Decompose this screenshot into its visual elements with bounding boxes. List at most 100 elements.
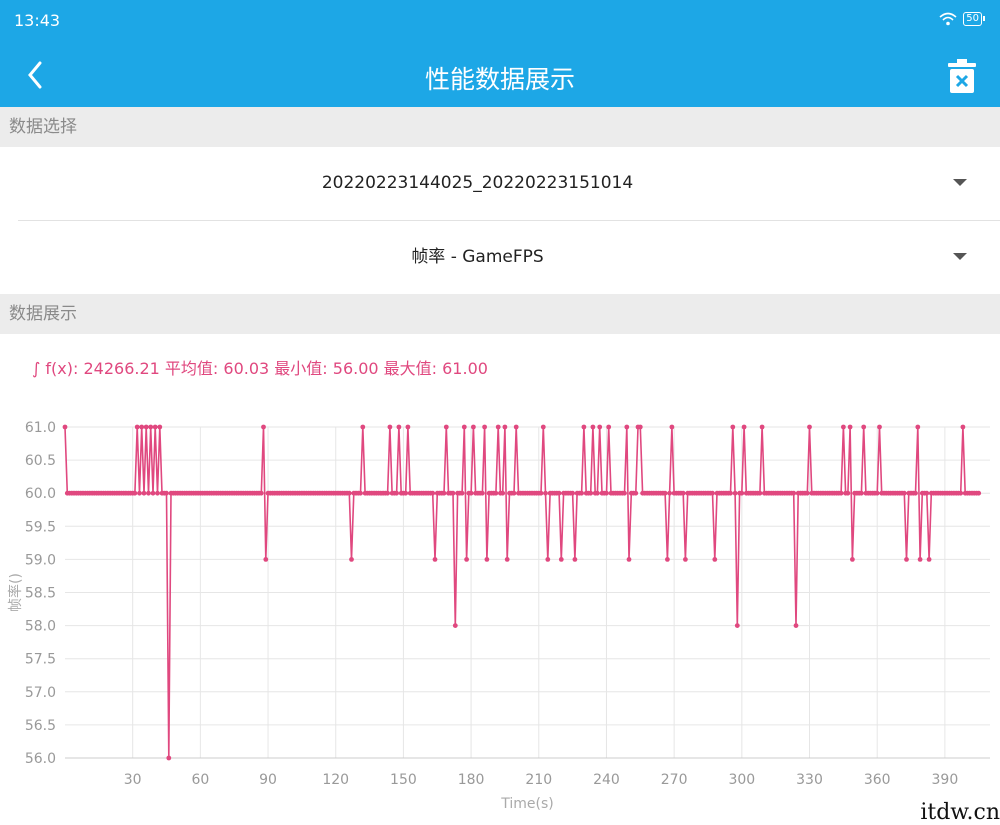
data-point [405,424,411,430]
data-point [741,424,747,430]
data-point [637,424,643,430]
data-point [732,490,738,496]
page-title: 性能数据展示 [424,65,575,94]
y-tick-label: 56.0 [25,751,56,767]
session-select-value: 20220223144025_20220223151014 [321,173,634,193]
data-point [595,490,600,496]
x-tick-label: 270 [661,772,688,788]
data-point [807,424,812,430]
data-point [396,424,402,430]
data-point [556,490,562,496]
data-point [545,557,551,562]
data-point [804,490,810,496]
delete-button[interactable] [946,57,978,95]
data-point [452,623,458,628]
y-tick-label: 58.5 [25,586,56,602]
data-point [626,557,632,562]
data-point [134,424,140,430]
data-point [917,557,923,562]
data-point [143,424,149,430]
data-point [482,424,487,430]
chevron-left-icon [28,61,42,89]
x-tick-label: 240 [593,772,620,788]
data-point [901,490,907,496]
session-select[interactable]: 20220223144025_20220223151014 [0,147,1000,220]
data-point [164,490,169,496]
section-data-select: 数据选择 [0,107,1000,147]
data-point [543,490,548,496]
data-point [579,490,584,496]
x-tick-label: 390 [932,772,959,788]
trash-icon [948,59,976,93]
x-tick-label: 330 [796,772,823,788]
data-point [504,557,510,562]
data-point [757,490,763,496]
x-tick-label: 180 [458,772,485,788]
data-point [633,490,639,496]
data-point [904,557,909,562]
data-point [387,424,393,430]
data-point [471,424,476,430]
data-point [669,424,675,430]
status-time: 13:43 [14,11,61,30]
chart-stats: ∫ f(x): 24266.21 平均值: 60.03 最小值: 56.00 最… [32,359,488,378]
data-point [624,424,630,430]
data-point [877,424,882,430]
data-point [450,490,456,496]
data-point [358,490,363,496]
data-point [62,424,68,430]
fps-line-chart[interactable]: 61.0 60.5 60.0 59.5 59.0 58.5 58.0 57.5 57.0 56.5… [0,400,1000,823]
data-point [926,557,932,562]
data-point [960,424,966,430]
data-point [793,623,799,628]
data-point [150,490,156,496]
data-point [459,490,465,496]
watermark: itdw.cn [920,800,1000,825]
data-point [166,755,172,761]
data-point [680,490,686,496]
data-point [493,490,499,496]
data-point [403,490,409,496]
caret-down-icon [953,253,967,260]
wifi-icon [939,12,957,26]
x-tick-label: 150 [390,772,417,788]
data-point [604,490,609,496]
data-point [841,424,846,430]
data-point [464,557,469,562]
data-point [915,424,921,430]
data-point [570,490,575,496]
data-point [141,490,147,496]
data-point [484,557,490,562]
x-tick-label: 90 [259,772,277,788]
data-point [155,490,160,496]
y-tick-label: 60.0 [25,486,56,502]
data-point [590,424,596,430]
data-point [495,424,501,430]
y-tick-label: 59.5 [25,519,56,535]
data-point [730,424,736,430]
back-button[interactable] [18,57,54,93]
metric-select[interactable]: 帧率 - GameFPS [0,221,1000,294]
data-point [480,490,485,496]
data-point [976,490,982,496]
x-axis-label: Time(s) [500,796,553,812]
y-tick-label: 57.5 [25,652,56,668]
y-tick-label: 61.0 [25,420,56,436]
data-point [468,490,474,496]
caret-down-icon [953,179,967,186]
y-tick-label: 59.0 [25,552,56,568]
data-point [728,490,733,496]
x-tick-label: 30 [124,772,142,788]
data-point [850,557,855,562]
status-bar: 13:43 50 [0,0,1000,43]
data-point [662,490,668,496]
data-point [157,424,163,430]
data-point [665,557,670,562]
data-point [258,490,264,496]
data-point [137,490,142,496]
data-point [360,424,366,430]
data-point [346,490,352,496]
data-point [513,424,519,430]
data-point [148,424,154,430]
data-point [667,490,672,496]
